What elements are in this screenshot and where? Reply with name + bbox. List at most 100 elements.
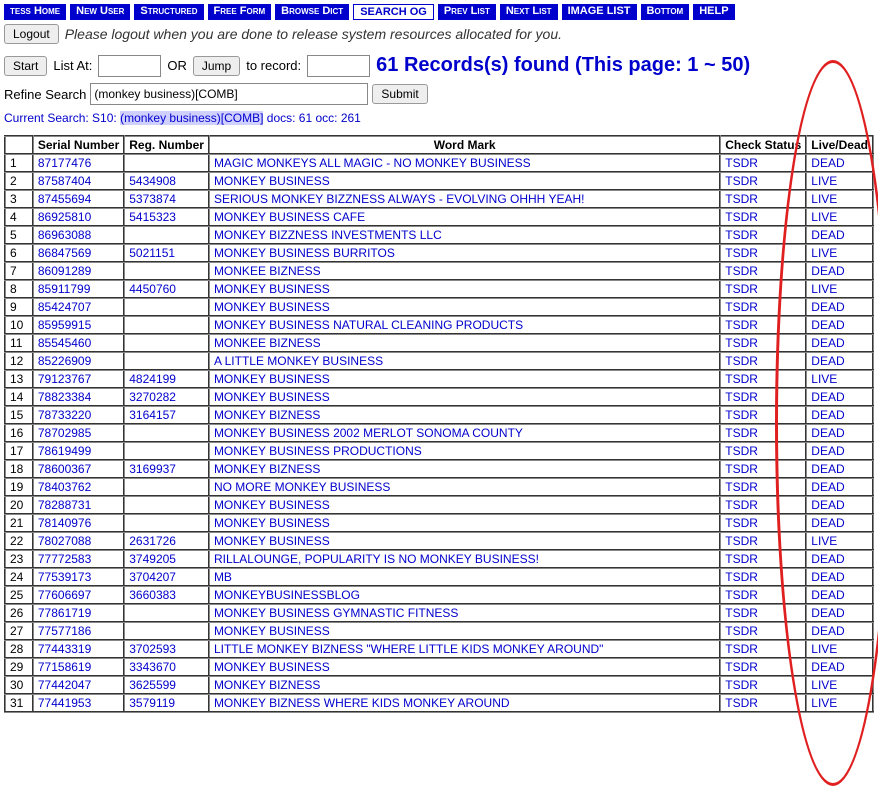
live-link[interactable]: DEAD xyxy=(811,660,844,674)
nav-next-list[interactable]: Next List xyxy=(500,4,558,20)
serial-link[interactable]: 77443319 xyxy=(38,642,91,656)
reg-link[interactable]: 3169937 xyxy=(129,462,176,476)
tsdr-link[interactable]: TSDR xyxy=(725,552,758,566)
tsdr-link[interactable]: TSDR xyxy=(725,264,758,278)
live-link[interactable]: DEAD xyxy=(811,570,844,584)
wordmark-link[interactable]: NO MORE MONKEY BUSINESS xyxy=(214,480,390,494)
wordmark-link[interactable]: MONKEY BIZNESS xyxy=(214,678,320,692)
tsdr-link[interactable]: TSDR xyxy=(725,300,758,314)
wordmark-link[interactable]: MONKEY BUSINESS BURRITOS xyxy=(214,246,395,260)
live-link[interactable]: DEAD xyxy=(811,426,844,440)
reg-link[interactable]: 4824199 xyxy=(129,372,176,386)
live-link[interactable]: DEAD xyxy=(811,228,844,242)
wordmark-link[interactable]: MONKEY BUSINESS xyxy=(214,498,330,512)
live-link[interactable]: DEAD xyxy=(811,480,844,494)
reg-link[interactable]: 2631726 xyxy=(129,534,176,548)
serial-link[interactable]: 85226909 xyxy=(38,354,91,368)
tsdr-link[interactable]: TSDR xyxy=(725,678,758,692)
serial-link[interactable]: 77606697 xyxy=(38,588,91,602)
wordmark-link[interactable]: A LITTLE MONKEY BUSINESS xyxy=(214,354,383,368)
reg-link[interactable]: 5434908 xyxy=(129,174,176,188)
tsdr-link[interactable]: TSDR xyxy=(725,534,758,548)
nav-image-list[interactable]: IMAGE LIST xyxy=(562,4,637,20)
serial-link[interactable]: 77861719 xyxy=(38,606,91,620)
live-link[interactable]: DEAD xyxy=(811,156,844,170)
serial-link[interactable]: 78823384 xyxy=(38,390,91,404)
wordmark-link[interactable]: MONKEY BUSINESS xyxy=(214,282,330,296)
wordmark-link[interactable]: MONKEY BUSINESS xyxy=(214,174,330,188)
tsdr-link[interactable]: TSDR xyxy=(725,156,758,170)
wordmark-link[interactable]: MONKEY BUSINESS PRODUCTIONS xyxy=(214,444,422,458)
wordmark-link[interactable]: MONKEE BIZNESS xyxy=(214,336,321,350)
wordmark-link[interactable]: RILLALOUNGE, POPULARITY IS NO MONKEY BUS… xyxy=(214,552,539,566)
serial-link[interactable]: 78600367 xyxy=(38,462,91,476)
reg-link[interactable]: 3343670 xyxy=(129,660,176,674)
tsdr-link[interactable]: TSDR xyxy=(725,228,758,242)
wordmark-link[interactable]: MONKEY BUSINESS GYMNASTIC FITNESS xyxy=(214,606,459,620)
reg-link[interactable]: 3164157 xyxy=(129,408,176,422)
tsdr-link[interactable]: TSDR xyxy=(725,516,758,530)
live-link[interactable]: LIVE xyxy=(811,210,837,224)
live-link[interactable]: DEAD xyxy=(811,390,844,404)
tsdr-link[interactable]: TSDR xyxy=(725,444,758,458)
serial-link[interactable]: 79123767 xyxy=(38,372,91,386)
serial-link[interactable]: 78027088 xyxy=(38,534,91,548)
serial-link[interactable]: 78140976 xyxy=(38,516,91,530)
serial-link[interactable]: 87455694 xyxy=(38,192,91,206)
serial-link[interactable]: 86847569 xyxy=(38,246,91,260)
nav-bottom[interactable]: Bottom xyxy=(641,4,690,20)
serial-link[interactable]: 85959915 xyxy=(38,318,91,332)
nav-browse-dict[interactable]: Browse Dict xyxy=(275,4,349,20)
wordmark-link[interactable]: MONKEE BIZNESS xyxy=(214,264,321,278)
live-link[interactable]: LIVE xyxy=(811,642,837,656)
live-link[interactable]: DEAD xyxy=(811,300,844,314)
serial-link[interactable]: 78288731 xyxy=(38,498,91,512)
tsdr-link[interactable]: TSDR xyxy=(725,372,758,386)
tsdr-link[interactable]: TSDR xyxy=(725,462,758,476)
nav-help[interactable]: HELP xyxy=(693,4,734,20)
reg-link[interactable]: 3270282 xyxy=(129,390,176,404)
live-link[interactable]: DEAD xyxy=(811,354,844,368)
serial-link[interactable]: 78702985 xyxy=(38,426,91,440)
serial-link[interactable]: 87587404 xyxy=(38,174,91,188)
tsdr-link[interactable]: TSDR xyxy=(725,210,758,224)
serial-link[interactable]: 77577186 xyxy=(38,624,91,638)
wordmark-link[interactable]: MONKEY BUSINESS xyxy=(214,300,330,314)
serial-link[interactable]: 86925810 xyxy=(38,210,91,224)
tsdr-link[interactable]: TSDR xyxy=(725,570,758,584)
live-link[interactable]: LIVE xyxy=(811,192,837,206)
serial-link[interactable]: 77442047 xyxy=(38,678,91,692)
serial-link[interactable]: 85424707 xyxy=(38,300,91,314)
tsdr-link[interactable]: TSDR xyxy=(725,318,758,332)
serial-link[interactable]: 77539173 xyxy=(38,570,91,584)
serial-link[interactable]: 78619499 xyxy=(38,444,91,458)
nav-tess-home[interactable]: tess Home xyxy=(4,4,66,20)
live-link[interactable]: DEAD xyxy=(811,498,844,512)
refine-input[interactable] xyxy=(90,83,368,105)
wordmark-link[interactable]: MONKEY BUSINESS xyxy=(214,390,330,404)
tsdr-link[interactable]: TSDR xyxy=(725,354,758,368)
wordmark-link[interactable]: MONKEY BIZZNESS INVESTMENTS LLC xyxy=(214,228,442,242)
reg-link[interactable]: 3749205 xyxy=(129,552,176,566)
wordmark-link[interactable]: MONKEY BUSINESS xyxy=(214,516,330,530)
live-link[interactable]: LIVE xyxy=(811,678,837,692)
live-link[interactable]: DEAD xyxy=(811,624,844,638)
live-link[interactable]: LIVE xyxy=(811,246,837,260)
live-link[interactable]: LIVE xyxy=(811,174,837,188)
wordmark-link[interactable]: MONKEY BUSINESS CAFE xyxy=(214,210,365,224)
live-link[interactable]: LIVE xyxy=(811,372,837,386)
nav-search-og[interactable]: SEARCH OG xyxy=(353,4,434,20)
start-button[interactable]: Start xyxy=(4,56,47,76)
tsdr-link[interactable]: TSDR xyxy=(725,498,758,512)
serial-link[interactable]: 85911799 xyxy=(38,282,91,296)
wordmark-link[interactable]: MONKEY BUSINESS 2002 MERLOT SONOMA COUNT… xyxy=(214,426,523,440)
live-link[interactable]: DEAD xyxy=(811,552,844,566)
serial-link[interactable]: 87177476 xyxy=(38,156,91,170)
wordmark-link[interactable]: MB xyxy=(214,570,232,584)
reg-link[interactable]: 5021151 xyxy=(129,246,175,260)
wordmark-link[interactable]: MONKEY BUSINESS xyxy=(214,372,330,386)
reg-link[interactable]: 3702593 xyxy=(129,642,176,656)
live-link[interactable]: DEAD xyxy=(811,588,844,602)
serial-link[interactable]: 85545460 xyxy=(38,336,91,350)
serial-link[interactable]: 86963088 xyxy=(38,228,91,242)
